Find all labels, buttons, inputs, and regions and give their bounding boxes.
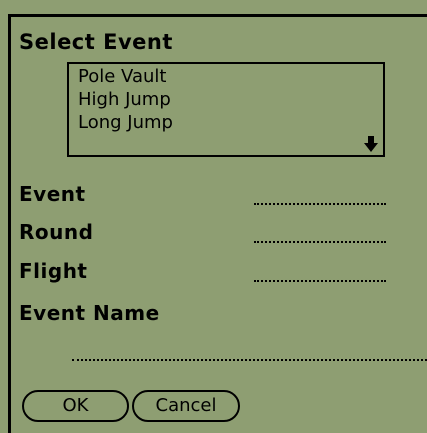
flight-label: Flight bbox=[19, 259, 88, 283]
ok-button[interactable]: OK bbox=[22, 390, 129, 422]
round-label: Round bbox=[19, 220, 94, 244]
event-name-label: Event Name bbox=[19, 301, 160, 325]
event-field[interactable] bbox=[254, 189, 386, 205]
event-name-field[interactable] bbox=[72, 345, 427, 361]
dialog-title: Select Event bbox=[19, 30, 173, 54]
list-item[interactable]: High Jump bbox=[78, 89, 171, 111]
flight-field[interactable] bbox=[254, 266, 386, 282]
event-listbox[interactable]: Pole Vault High Jump Long Jump bbox=[67, 62, 385, 157]
list-item[interactable]: Pole Vault bbox=[78, 66, 166, 88]
event-label: Event bbox=[19, 182, 86, 206]
cancel-button[interactable]: Cancel bbox=[132, 390, 240, 422]
palm-screen: Select Event Pole Vault High Jump Long J… bbox=[0, 0, 427, 433]
round-field[interactable] bbox=[254, 227, 386, 243]
list-item[interactable]: Long Jump bbox=[78, 112, 173, 134]
down-arrow-icon[interactable] bbox=[363, 135, 379, 153]
